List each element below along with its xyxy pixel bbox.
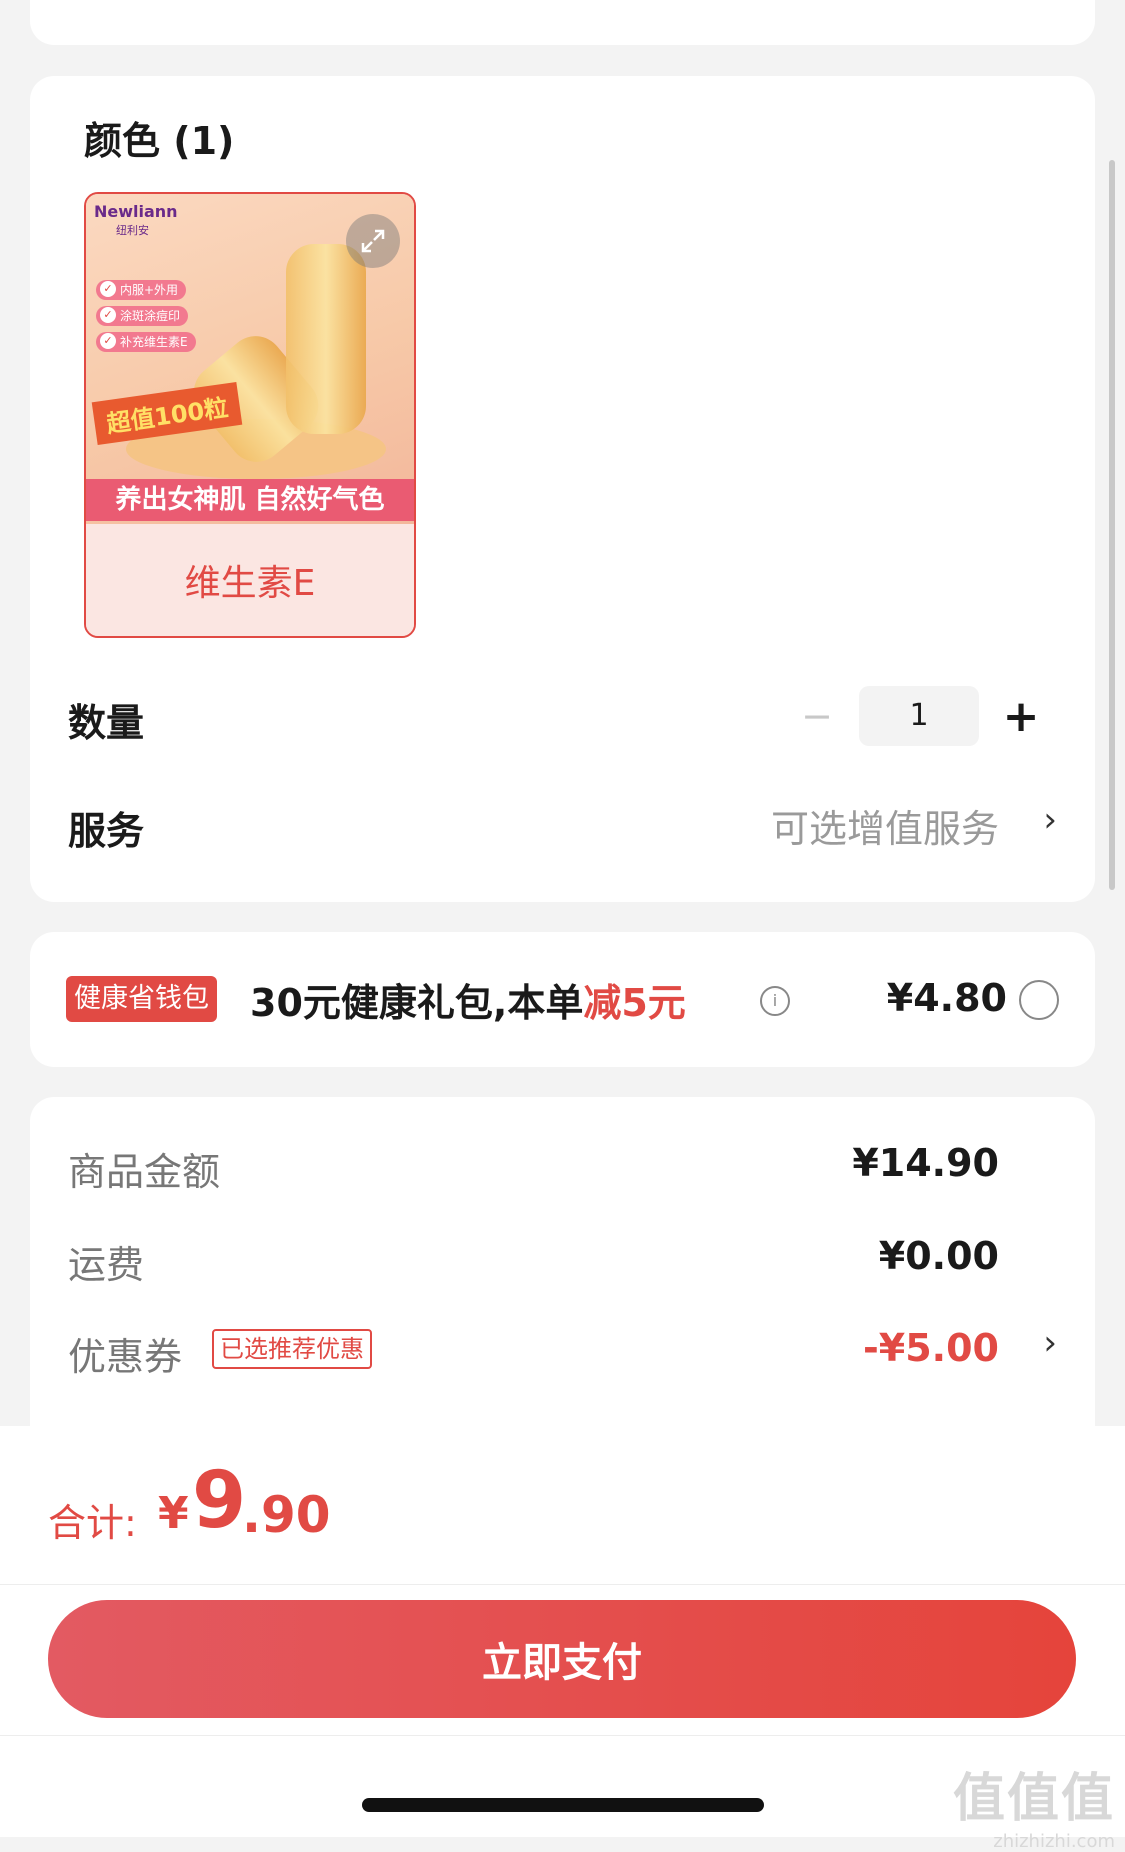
promo-text-prefix: 30元健康礼包,本单 [250, 981, 584, 1025]
variant-option-vitamin-e[interactable]: Newliann 纽利安 内服+外用 涂斑涂痘印 补充维生素E 超值100粒 养… [84, 192, 416, 638]
previous-section-card [30, 0, 1095, 45]
feature-tag: 内服+外用 [96, 280, 187, 300]
coupon-tag: 已选推荐优惠 [212, 1329, 372, 1369]
checkout-bar: 合计: ¥ 9 .90 立即支付 值值值 zhizhizhi.com [0, 1426, 1125, 1852]
variant-label: 维生素E [86, 524, 414, 636]
service-label: 服务 [68, 809, 145, 853]
color-section-title: 颜色 (1) [84, 119, 235, 163]
summary-card: 商品金额 ¥14.90 运费 ¥0.00 优惠券 已选推荐优惠 -¥5.00 › [30, 1097, 1095, 1477]
variant-image: Newliann 纽利安 内服+外用 涂斑涂痘印 补充维生素E 超值100粒 养… [86, 194, 414, 524]
quantity-input[interactable]: 1 [859, 686, 979, 746]
watermark-url: zhizhizhi.com [993, 1831, 1115, 1852]
chevron-right-icon[interactable]: › [1043, 800, 1057, 840]
watermark-logo: 值值值 [952, 1769, 1115, 1829]
home-indicator[interactable] [362, 1798, 764, 1812]
pay-now-button[interactable]: 立即支付 [48, 1600, 1076, 1718]
promo-text: 30元健康礼包,本单减5元 [250, 972, 686, 1027]
service-option[interactable]: 可选增值服务 [771, 798, 999, 853]
brand-logo: Newliann [94, 202, 178, 221]
quantity-stepper: − 1 + [797, 686, 1041, 746]
goods-amount-value: ¥14.90 [852, 1141, 999, 1185]
expand-icon[interactable] [346, 214, 400, 268]
promo-radio[interactable] [1019, 980, 1059, 1020]
shipping-label: 运费 [68, 1243, 145, 1287]
total-amount-decimal: .90 [242, 1486, 331, 1544]
divider [0, 1584, 1125, 1585]
shipping-value: ¥0.00 [878, 1234, 999, 1278]
promo-text-highlight: 减5元 [583, 981, 686, 1025]
quantity-decrease-button[interactable]: − [797, 686, 837, 746]
divider [0, 1735, 1125, 1736]
chevron-right-icon[interactable]: › [1043, 1323, 1057, 1363]
promo-price: ¥4.80 [886, 976, 1007, 1020]
spec-card: 颜色 (1) Newliann 纽利安 内服+外用 涂斑涂痘印 补充维生素E 超… [30, 76, 1095, 902]
total-label: 合计: [48, 1501, 137, 1545]
watermark: 值值值 zhizhizhi.com [953, 1756, 1115, 1852]
promo-card[interactable]: 健康省钱包 30元健康礼包,本单减5元 i ¥4.80 [30, 932, 1095, 1067]
info-icon[interactable]: i [760, 986, 790, 1016]
quantity-increase-button[interactable]: + [1001, 686, 1041, 746]
goods-amount-label: 商品金额 [68, 1150, 221, 1194]
coupon-value[interactable]: -¥5.00 [863, 1326, 999, 1370]
expand-icon-glyph [361, 229, 385, 253]
total-amount-integer: 9 [192, 1456, 247, 1546]
scrollbar[interactable] [1109, 160, 1115, 890]
quantity-label: 数量 [68, 701, 145, 745]
feature-tag: 补充维生素E [96, 332, 196, 352]
brand-logo-sub: 纽利安 [116, 224, 149, 237]
coupon-label: 优惠券 [68, 1335, 183, 1379]
total-currency: ¥ [158, 1488, 189, 1539]
product-bottle [286, 244, 366, 434]
promo-badge: 健康省钱包 [66, 976, 217, 1022]
feature-tag: 涂斑涂痘印 [96, 306, 189, 326]
product-slogan: 养出女神肌 自然好气色 [86, 479, 414, 521]
